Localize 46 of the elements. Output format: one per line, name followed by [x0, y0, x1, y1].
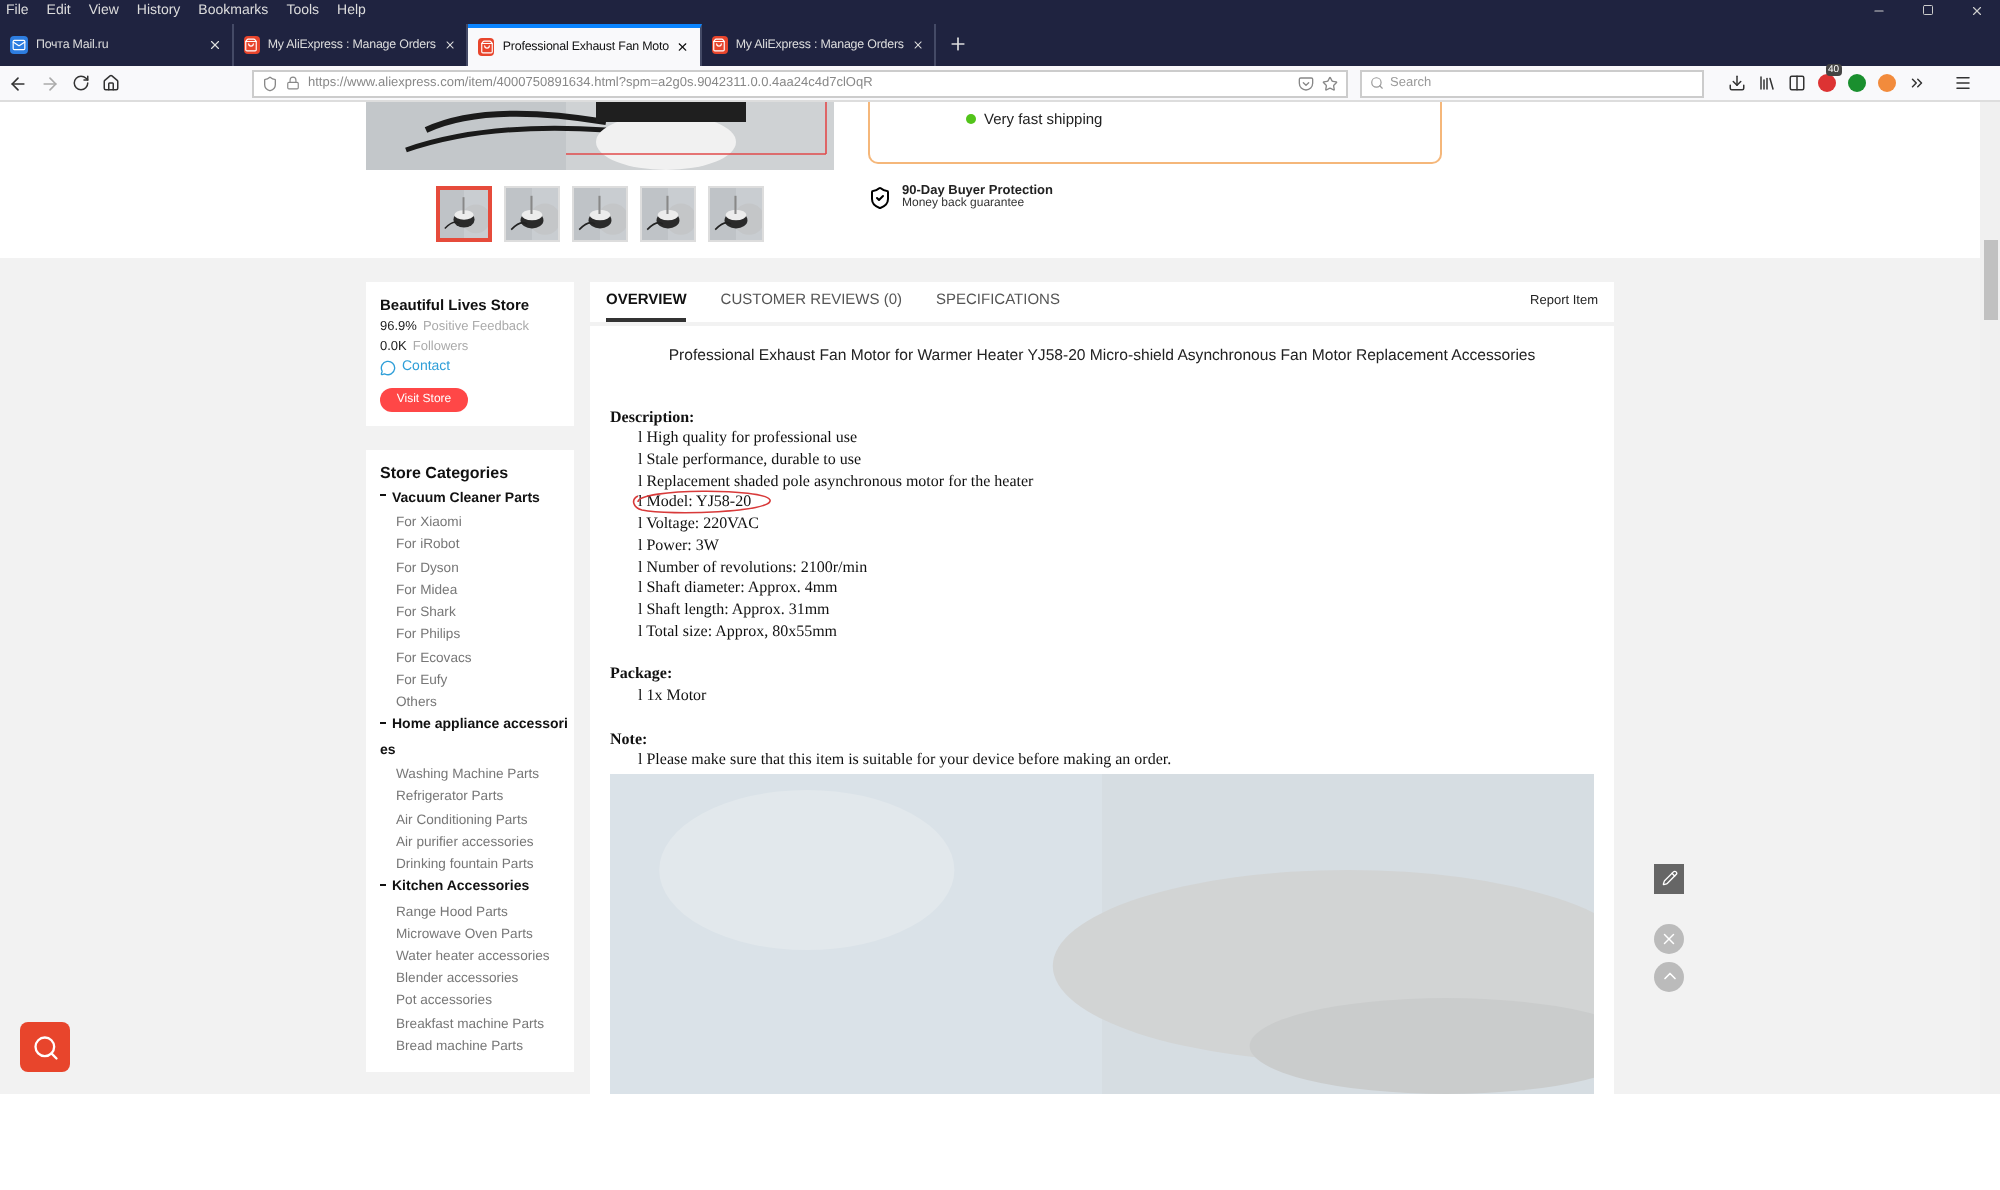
search-icon [1370, 76, 1384, 90]
close-icon [1660, 929, 1678, 948]
pencil-icon [1661, 870, 1677, 887]
categories-title: Store Categories [380, 463, 511, 482]
chat-icon [380, 359, 396, 376]
bag-icon [712, 36, 728, 54]
scrollbar-thumb[interactable] [1983, 240, 1997, 320]
description-line: l Power: 3W [636, 535, 719, 558]
shield-icon [262, 75, 278, 91]
section-heading: Note: [610, 729, 650, 751]
download-icon[interactable] [1728, 74, 1746, 92]
overflow-icon[interactable] [1908, 74, 1926, 92]
mail-icon [10, 36, 28, 54]
library-icon[interactable] [1758, 74, 1776, 92]
description-line: l High quality for professional use [636, 428, 858, 451]
search-icon [31, 1033, 59, 1061]
close-icon[interactable] [676, 40, 690, 54]
bag-icon [244, 36, 260, 54]
edit-button[interactable] [1654, 863, 1684, 894]
pocket-icon[interactable] [1298, 75, 1314, 91]
description-line: l Shaft diameter: Approx. 4mm [636, 578, 838, 600]
description-line: l Number of revolutions: 2100r/min [636, 557, 868, 579]
section-heading: Package: [610, 664, 675, 686]
menu-icon[interactable] [1954, 74, 1972, 92]
search-button[interactable] [20, 1022, 70, 1072]
description-line: l Stale performance, durable to use [636, 450, 862, 472]
description-line: l 1x Motor [636, 686, 707, 708]
status-dot [966, 114, 976, 124]
description-line: l Please make sure that this item is suitable for your device before making an order. [636, 750, 1172, 772]
sidebar-icon[interactable] [1788, 74, 1806, 92]
star-icon[interactable] [1322, 75, 1338, 91]
description-line: l Total size: Approx, 80x55mm [636, 621, 838, 643]
description-line: l Voltage: 220VAC [636, 514, 759, 536]
reload-icon[interactable] [72, 74, 90, 92]
shield-check-icon [868, 185, 892, 209]
circle-annotation [632, 491, 771, 515]
maximize-icon[interactable] [1922, 3, 1934, 15]
description-line: l Shaft length: Approx. 31mm [636, 600, 830, 622]
thumbnail[interactable] [436, 186, 492, 242]
description-line: l Replacement shaded pole asynchronous motor for the heater [636, 471, 1034, 493]
new-tab-icon[interactable] [948, 34, 968, 54]
section-heading: Description: [610, 407, 697, 429]
lock-icon [286, 76, 300, 90]
bag-icon [478, 38, 495, 56]
home-icon[interactable] [102, 74, 120, 92]
back-icon[interactable] [8, 73, 28, 93]
